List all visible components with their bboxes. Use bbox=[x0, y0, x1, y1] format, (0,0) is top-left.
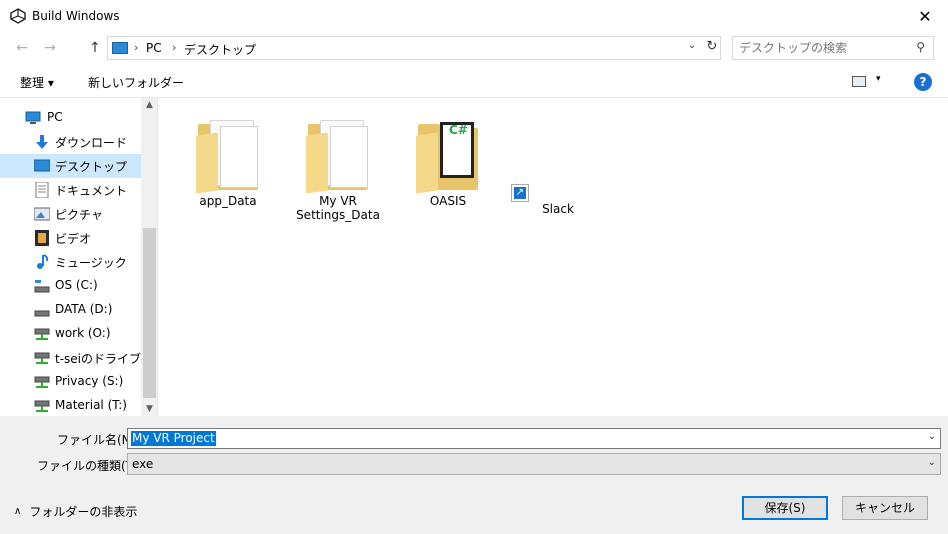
search-input[interactable] bbox=[739, 38, 909, 58]
network-drive-icon bbox=[34, 328, 50, 340]
sidebar-item-drive-c[interactable]: OS (C:) bbox=[0, 274, 141, 298]
sidebar-item-label: Privacy (S:) bbox=[55, 374, 124, 388]
pictures-icon bbox=[34, 207, 50, 221]
filetype-value: exe bbox=[132, 457, 154, 471]
filename-value[interactable]: My VR Project bbox=[131, 431, 216, 446]
cancel-button[interactable]: キャンセル bbox=[842, 496, 928, 520]
navigation-pane: PC ダウンロード デスクトップ ドキュメント ピクチャ ビデオ ミュージック … bbox=[0, 98, 158, 416]
file-item-oasis[interactable]: C# OASIS bbox=[403, 114, 493, 208]
sidebar-item-label: PC bbox=[47, 110, 63, 124]
file-list: app_Data My VR Settings_Data C# OASIS ↗ … bbox=[159, 98, 948, 416]
sidebar-item-documents[interactable]: ドキュメント bbox=[0, 178, 141, 202]
title-bar: Build Windows ✕ bbox=[0, 0, 948, 32]
file-name: OASIS bbox=[429, 194, 467, 208]
command-bar: 整理 ▾ 新しいフォルダー ▾ ? bbox=[0, 64, 948, 98]
forward-button[interactable]: → bbox=[41, 40, 59, 56]
breadcrumb-separator: › bbox=[172, 41, 177, 54]
file-item-slack[interactable]: Slack bbox=[513, 202, 603, 216]
pc-icon bbox=[112, 42, 128, 54]
sidebar-item-label: ドキュメント bbox=[55, 184, 128, 198]
sidebar-item-drive-d[interactable]: DATA (D:) bbox=[0, 298, 141, 322]
sidebar-item-drive-o[interactable]: work (O:) bbox=[0, 322, 141, 346]
sidebar-item-label: ダウンロード bbox=[55, 136, 128, 150]
file-name: app_Data bbox=[199, 194, 257, 208]
desktop-icon bbox=[34, 159, 50, 172]
csharp-badge: C# bbox=[449, 123, 468, 137]
file-item-my-vr-settings-data[interactable]: My VR Settings_Data bbox=[293, 114, 383, 222]
window-title: Build Windows bbox=[32, 9, 120, 23]
new-folder-button[interactable]: 新しいフォルダー bbox=[88, 74, 184, 91]
hide-folders-label: フォルダーの非表示 bbox=[29, 505, 138, 519]
view-options-button[interactable]: ▾ bbox=[852, 74, 888, 90]
sidebar-item-label: ミュージック bbox=[55, 256, 127, 270]
sidebar-item-music[interactable]: ミュージック bbox=[0, 250, 141, 274]
shortcut-arrow-icon[interactable]: ↗ bbox=[511, 184, 529, 202]
sidebar-item-label: OS (C:) bbox=[55, 278, 98, 292]
folder-icon bbox=[196, 114, 260, 194]
address-bar[interactable]: › PC › デスクトップ ⌄ ↻ bbox=[107, 36, 721, 60]
breadcrumb-desktop[interactable]: デスクトップ bbox=[184, 41, 256, 58]
hide-folders-button[interactable]: ∧ フォルダーの非表示 bbox=[14, 503, 137, 520]
address-row: ← → ↑ › PC › デスクトップ ⌄ ↻ ⚲ bbox=[0, 32, 948, 64]
scrollbar-thumb[interactable] bbox=[143, 228, 156, 398]
view-icon bbox=[852, 76, 866, 87]
up-button[interactable]: ↑ bbox=[86, 40, 104, 56]
network-drive-icon bbox=[34, 400, 50, 412]
filetype-select[interactable]: exe ⌄ bbox=[127, 453, 941, 475]
address-dropdown-icon[interactable]: ⌄ bbox=[684, 40, 700, 51]
network-drive-icon bbox=[34, 352, 50, 364]
video-icon bbox=[35, 230, 49, 246]
nav-scrollbar[interactable]: ▲ ▼ bbox=[141, 98, 157, 416]
chevron-down-icon: ⌄ bbox=[927, 457, 936, 468]
sidebar-item-desktop[interactable]: デスクトップ bbox=[0, 154, 141, 178]
breadcrumb-pc[interactable]: PC bbox=[146, 41, 162, 55]
sidebar-item-label: ピクチャ bbox=[55, 208, 103, 222]
search-icon[interactable]: ⚲ bbox=[916, 40, 925, 54]
back-button[interactable]: ← bbox=[13, 40, 31, 56]
sidebar-item-label: Material (T:) bbox=[55, 398, 127, 412]
breadcrumb-separator: › bbox=[134, 41, 139, 54]
organize-button[interactable]: 整理 ▾ bbox=[20, 74, 54, 91]
network-drive-icon bbox=[34, 376, 50, 388]
unity-icon bbox=[10, 8, 26, 24]
drive-icon bbox=[34, 310, 50, 317]
sidebar-item-drive-p[interactable]: t-seiのドライブ (P:) bbox=[0, 346, 157, 370]
file-name: Slack bbox=[542, 202, 574, 216]
help-button[interactable]: ? bbox=[914, 73, 932, 91]
chevron-up-icon: ∧ bbox=[14, 506, 22, 517]
save-panel: ファイル名(N): My VR Project ⌄ ファイルの種類(T): ex… bbox=[0, 416, 948, 534]
pc-icon bbox=[25, 111, 41, 124]
drive-icon bbox=[34, 280, 50, 293]
chevron-down-icon: ▾ bbox=[876, 74, 881, 84]
search-box: ⚲ bbox=[732, 36, 934, 60]
sidebar-item-videos[interactable]: ビデオ bbox=[0, 226, 141, 250]
sidebar-item-label: ビデオ bbox=[55, 232, 92, 246]
sidebar-item-downloads[interactable]: ダウンロード bbox=[0, 130, 141, 154]
filename-field[interactable]: My VR Project ⌄ bbox=[127, 428, 941, 449]
sidebar-item-label: デスクトップ bbox=[55, 160, 128, 174]
file-item-app-data[interactable]: app_Data bbox=[183, 114, 273, 208]
sidebar-item-drive-s[interactable]: Privacy (S:) bbox=[0, 370, 141, 394]
sidebar-item-pictures[interactable]: ピクチャ bbox=[0, 202, 141, 226]
download-icon bbox=[36, 135, 48, 149]
scroll-up-icon[interactable]: ▲ bbox=[141, 100, 157, 110]
csharp-folder-icon: C# bbox=[416, 114, 480, 194]
scroll-down-icon[interactable]: ▼ bbox=[141, 404, 157, 414]
document-icon bbox=[35, 182, 49, 198]
sidebar-item-label: work (O:) bbox=[55, 326, 111, 340]
folder-icon bbox=[306, 114, 370, 194]
music-icon bbox=[37, 254, 49, 269]
save-button[interactable]: 保存(S) bbox=[742, 496, 828, 520]
close-button[interactable]: ✕ bbox=[902, 0, 948, 32]
sidebar-item-label: DATA (D:) bbox=[55, 302, 113, 316]
refresh-icon[interactable]: ↻ bbox=[704, 39, 720, 54]
sidebar-item-drive-t[interactable]: Material (T:) bbox=[0, 394, 141, 416]
file-name: My VR Settings_Data bbox=[296, 194, 380, 222]
chevron-down-icon[interactable]: ⌄ bbox=[928, 431, 936, 442]
sidebar-item-pc[interactable]: PC bbox=[0, 106, 141, 130]
